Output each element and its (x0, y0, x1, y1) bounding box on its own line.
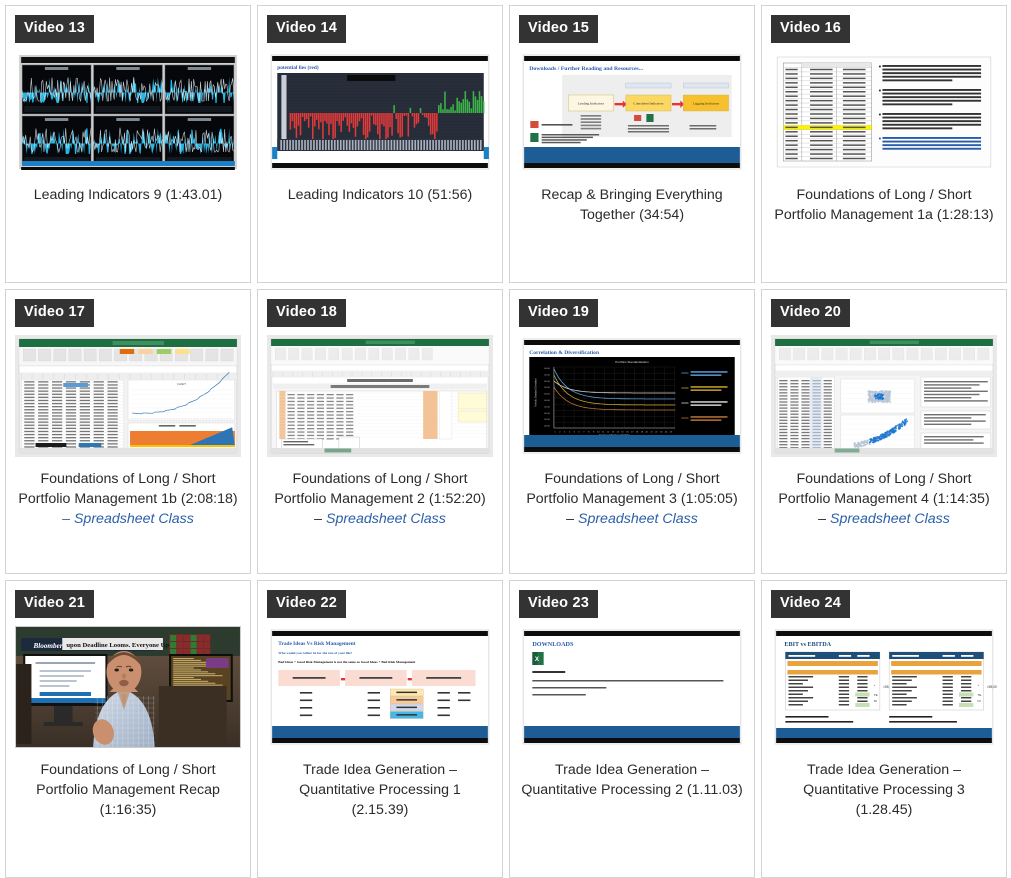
svg-text:00.00: 00.00 (544, 393, 550, 395)
svg-text:NI: NI (977, 699, 980, 703)
svg-text:Trade Ideas Vs Risk Management: Trade Ideas Vs Risk Management (278, 641, 355, 647)
video-title: Foundations of Long / Short Portfolio Ma… (15, 469, 241, 529)
thumbnail-trade-idea-generation-1[interactable]: Trade Ideas Vs Risk Management Who would … (267, 625, 493, 748)
video-card[interactable]: Video 17 CHART x x x x x x x x x x x x x x x x x x x x x x x x x x x… (5, 289, 251, 574)
video-card[interactable]: Video 22 Trade Ideas Vs Risk Management Wh… (257, 580, 503, 878)
svg-text:00.00: 00.00 (544, 387, 550, 389)
video-title-text: Leading Indicators 9 (1:43.01) (33, 186, 223, 203)
video-card[interactable]: Video 20 Foundations of Long / Short Port… (761, 289, 1007, 574)
svg-text:potential lies (red): potential lies (red) (277, 64, 319, 71)
video-badge: Video 19 (519, 299, 598, 327)
svg-text:DOWNLOADS: DOWNLOADS (532, 642, 574, 648)
svg-text:TE: TE (977, 693, 981, 697)
svg-text:NI: NI (874, 699, 877, 703)
video-title-suffix: Spreadsheet Class (577, 510, 698, 527)
video-card[interactable]: Video 21 Bloomberg upon Deadline Looms. Ev… (5, 580, 251, 878)
thumbnail-foundations-3[interactable]: Correlation & Diversification Portfolio S… (519, 334, 745, 457)
svg-text:00.00: 00.00 (544, 374, 550, 376)
video-title: Trade Idea Generation – Quantitative Pro… (267, 760, 493, 820)
video-card[interactable]: Video 14 potential lies (red) Leading Indi… (257, 5, 503, 283)
video-title-text: Foundations of Long / Short Portfolio Ma… (774, 186, 994, 223)
video-badge: Video 15 (519, 15, 598, 43)
video-title: Foundations of Long / Short Portfolio Ma… (519, 469, 745, 529)
video-badge: Video 20 (771, 299, 850, 327)
video-badge: Video 24 (771, 590, 850, 618)
svg-text:Correlation & Diversification: Correlation & Diversification (529, 350, 599, 356)
svg-text:00.00: 00.00 (544, 419, 550, 421)
video-title-suffix: Spreadsheet Class (829, 510, 950, 527)
svg-text:00.00: 00.00 (544, 380, 550, 382)
video-card[interactable]: Video 19 Correlation & Diversification Por… (509, 289, 755, 574)
video-title-suffix: Spreadsheet Class (325, 510, 446, 527)
svg-text:+: + (977, 683, 979, 687)
video-title: Foundations of Long / Short Portfolio Ma… (15, 760, 241, 820)
video-badge: Video 22 (267, 590, 346, 618)
video-badge: Video 21 (15, 590, 94, 618)
video-title: Foundations of Long / Short Portfolio Ma… (267, 469, 493, 529)
video-title-text: Foundations of Long / Short Portfolio Ma… (18, 470, 238, 507)
video-title: Trade Idea Generation – Quantitative Pro… (519, 760, 745, 800)
svg-text:00.00: 00.00 (544, 425, 550, 427)
video-card[interactable]: Video 16 Foundations of Long / Short Port… (761, 5, 1007, 283)
svg-text:Leading Indicators: Leading Indicators (578, 101, 605, 105)
svg-text:CHART: CHART (177, 382, 187, 386)
video-badge: Video 17 (15, 299, 94, 327)
svg-text:Who would you rather be for th: Who would you rather be for the rest of … (278, 651, 352, 655)
svg-text:00.00: 00.00 (544, 368, 550, 370)
svg-text:Bloomberg: Bloomberg (32, 642, 66, 650)
video-card[interactable]: Video 24 EBIT vs EBITDA + TE NI <55,000> + TE NI… (761, 580, 1007, 878)
video-title-text: Trade Idea Generation – Quantitative Pro… (803, 761, 965, 818)
video-title-text: Recap & Bringing Everything Together (34… (541, 186, 723, 223)
thumbnail-foundations-1b[interactable]: CHART x x x x x x x x x x x x x x x x x x x x x x x x x x x x x x x x x x (15, 334, 241, 457)
video-title-text: Trade Idea Generation – Quantitative Pro… (299, 761, 461, 818)
video-title: Recap & Bringing Everything Together (34… (519, 185, 745, 225)
svg-text:00.00: 00.00 (544, 412, 550, 414)
video-card[interactable]: Video 15 Downloads / Further Reading and … (509, 5, 755, 283)
thumbnail-trade-idea-generation-2[interactable]: DOWNLOADS X (519, 625, 745, 748)
thumbnail-leading-indicators-9[interactable] (15, 50, 241, 173)
video-card[interactable]: Video 23 DOWNLOADS X Trade Idea Generation … (509, 580, 755, 878)
video-title: Trade Idea Generation – Quantitative Pro… (771, 760, 997, 820)
thumbnail-leading-indicators-10[interactable]: potential lies (red) (267, 50, 493, 173)
video-title: Leading Indicators 10 (51:56) (267, 185, 493, 205)
svg-text:TE: TE (874, 693, 878, 697)
svg-text:Portfolio Standardisation: Portfolio Standardisation (615, 360, 649, 364)
video-badge: Video 13 (15, 15, 94, 43)
video-title: Leading Indicators 9 (1:43.01) (15, 185, 241, 205)
video-badge: Video 14 (267, 15, 346, 43)
video-title-suffix: – Spreadsheet Class (62, 510, 194, 527)
thumbnail-foundations-2[interactable] (267, 334, 493, 457)
thumbnail-foundations-4[interactable] (771, 334, 997, 457)
svg-text:Bad Ideas + Good Risk Manageme: Bad Ideas + Good Risk Management is not … (278, 660, 416, 664)
video-title-text: Trade Idea Generation – Quantitative Pro… (521, 761, 743, 798)
thumbnail-foundations-1a[interactable] (771, 50, 997, 173)
thumbnail-recap-bringing-everything-together[interactable]: Downloads / Further Reading and Resource… (519, 50, 745, 173)
svg-text:Portfolio Standard Deviation: Portfolio Standard Deviation (534, 377, 537, 406)
video-badge: Video 16 (771, 15, 850, 43)
svg-text:upon Deadline Looms. Everyone: upon Deadline Looms. Everyone Up (66, 642, 169, 649)
svg-text:EBIT vs EBITDA: EBIT vs EBITDA (784, 642, 831, 648)
svg-text:Coincident Indicators: Coincident Indicators (633, 101, 664, 105)
video-card[interactable]: Video 18 Foundations of Long / Short Port… (257, 289, 503, 574)
svg-text:X: X (535, 656, 539, 663)
svg-text:Lagging Indicators: Lagging Indicators (693, 101, 720, 105)
svg-text:+: + (874, 683, 876, 687)
video-title: Foundations of Long / Short Portfolio Ma… (771, 185, 997, 225)
svg-text:Downloads / Further Reading an: Downloads / Further Reading and Resource… (529, 66, 643, 72)
svg-text:00.00: 00.00 (544, 406, 550, 408)
video-title-text: Leading Indicators 10 (51:56) (287, 186, 473, 203)
video-badge: Video 18 (267, 299, 346, 327)
video-title-text: Foundations of Long / Short Portfolio Ma… (36, 761, 220, 818)
video-grid: Video 13 Leading Indicators 9 (1:43.01) Vi… (0, 0, 1011, 878)
svg-text:<55,000>: <55,000> (987, 685, 997, 689)
thumbnail-trade-idea-generation-3[interactable]: EBIT vs EBITDA+TENI<55,000>+TENI<55,000> (771, 625, 997, 748)
video-card[interactable]: Video 13 Leading Indicators 9 (1:43.01) (5, 5, 251, 283)
video-title: Foundations of Long / Short Portfolio Ma… (771, 469, 997, 529)
svg-text:00.00: 00.00 (544, 400, 550, 402)
video-badge: Video 23 (519, 590, 598, 618)
thumbnail-foundations-recap[interactable]: Bloomberg upon Deadline Looms. Everyone U… (15, 625, 241, 748)
